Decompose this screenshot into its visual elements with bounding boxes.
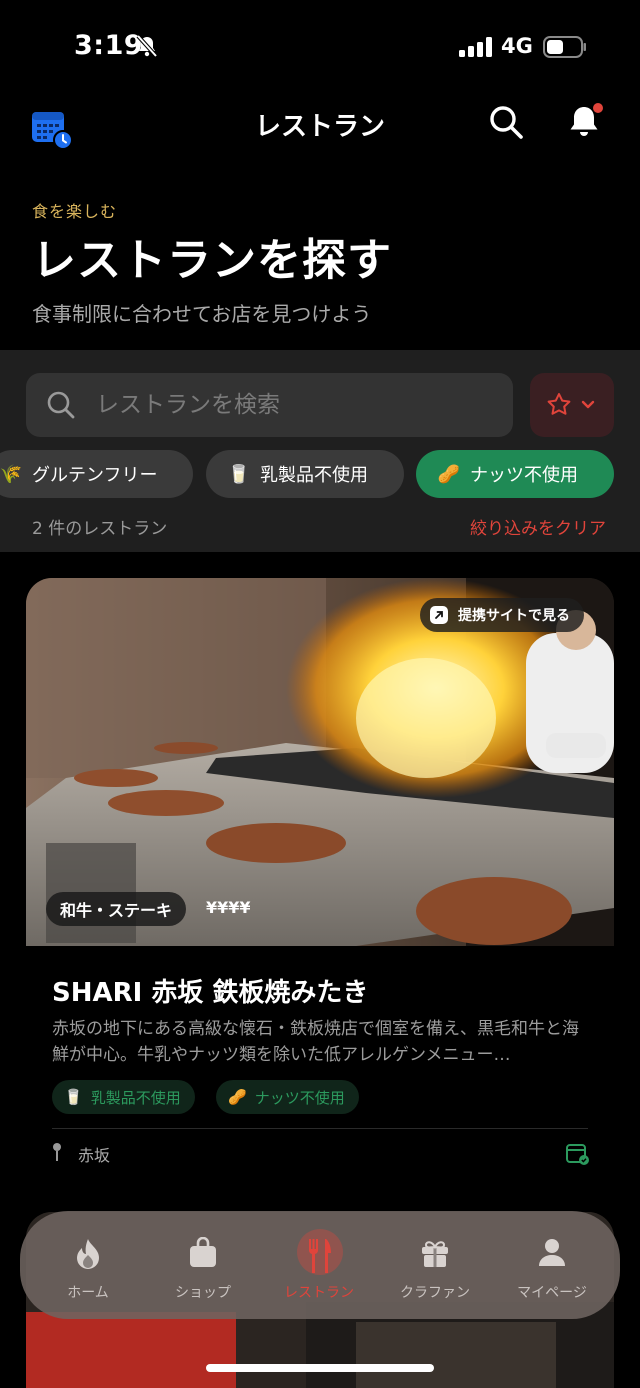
filter-chip-dairy-free[interactable]: 🥛 乳製品不使用 bbox=[206, 450, 404, 498]
search-button[interactable] bbox=[488, 104, 524, 140]
filter-chip-label: グルテンフリー bbox=[32, 465, 158, 486]
network-type: 4G bbox=[501, 34, 533, 58]
peanut-icon: 🥜 bbox=[228, 1088, 247, 1106]
star-icon bbox=[547, 393, 571, 415]
restaurant-photo bbox=[26, 578, 614, 946]
search-icon bbox=[490, 106, 523, 139]
restaurant-description: 赤坂の地下にある高級な懐石・鉄板焼店で個室を備え、黒毛和牛と海鮮が中心。牛乳やナ… bbox=[52, 1019, 579, 1065]
signal-strength-icon bbox=[459, 37, 492, 57]
flame-icon bbox=[77, 1239, 99, 1269]
partner-site-label: 提携サイトで見る bbox=[458, 608, 570, 624]
location-pin-icon bbox=[52, 1142, 62, 1166]
tab-label: レストラン bbox=[284, 1285, 354, 1301]
filter-chip-gluten-free[interactable]: 🌾 グルテンフリー bbox=[0, 450, 193, 498]
notifications-button[interactable] bbox=[566, 102, 604, 140]
home-indicator[interactable] bbox=[206, 1364, 434, 1372]
hero-subtitle: 食事制限に合わせてお店を見つけよう bbox=[32, 302, 372, 326]
wheat-icon: 🌾 bbox=[0, 463, 23, 485]
bell-icon bbox=[570, 103, 603, 136]
gift-icon bbox=[422, 1241, 448, 1267]
section-eyebrow: 食を楽しむ bbox=[32, 202, 118, 221]
filter-chip-row: 🌾 グルテンフリー 🥛 乳製品不使用 🥜 ナッツ不使用 bbox=[0, 450, 640, 500]
dietary-tag-label: 乳製品不使用 bbox=[90, 1088, 181, 1107]
bottom-tab-bar: ホーム ショップ レストラン クラファン マイページ bbox=[20, 1211, 620, 1319]
dietary-tag-label: ナッツ不使用 bbox=[254, 1088, 345, 1107]
tab-shop[interactable]: ショップ bbox=[145, 1211, 261, 1319]
tab-label: クラファン bbox=[400, 1285, 470, 1301]
partner-site-link[interactable]: 提携サイトで見る bbox=[420, 598, 584, 632]
cuisine-category-badge: 和牛・ステーキ bbox=[46, 892, 187, 926]
filter-chip-label: ナッツ不使用 bbox=[470, 465, 578, 486]
tab-label: ショップ bbox=[175, 1285, 231, 1301]
dietary-tag-nut-free: 🥜 ナッツ不使用 bbox=[216, 1080, 359, 1114]
page-title: レストラン bbox=[254, 112, 385, 142]
fork-knife-icon bbox=[308, 1239, 331, 1273]
status-time: 3:19 bbox=[74, 30, 144, 61]
tab-restaurant[interactable]: レストラン bbox=[261, 1211, 377, 1319]
filter-chip-label: 乳製品不使用 bbox=[260, 465, 368, 486]
tab-home[interactable]: ホーム bbox=[30, 1211, 146, 1319]
tab-crowdfunding[interactable]: クラファン bbox=[377, 1211, 493, 1319]
search-filter-panel: 🌾 グルテンフリー 🥛 乳製品不使用 🥜 ナッツ不使用 2 件のレストラン 絞り… bbox=[0, 350, 640, 552]
status-bar: 3:19 4G bbox=[0, 0, 640, 96]
restaurant-name: SHARI 赤坂 鉄板焼みたき bbox=[52, 978, 369, 1008]
restaurant-location: 赤坂 bbox=[52, 1142, 110, 1166]
milk-glass-icon: 🥛 bbox=[64, 1088, 83, 1106]
hero-heading: レストランを探す bbox=[32, 235, 392, 286]
search-input[interactable] bbox=[96, 385, 496, 425]
search-field[interactable] bbox=[26, 373, 513, 437]
search-icon bbox=[47, 391, 75, 419]
results-count: 2 件のレストラン bbox=[32, 519, 168, 539]
filter-chip-nut-free[interactable]: 🥜 ナッツ不使用 bbox=[416, 450, 614, 498]
shopping-bag-icon bbox=[190, 1237, 216, 1267]
peanut-icon: 🥜 bbox=[437, 463, 461, 485]
tab-label: ホーム bbox=[67, 1285, 109, 1301]
card-divider bbox=[52, 1128, 588, 1129]
clear-filters-link[interactable]: 絞り込みをクリア bbox=[470, 514, 606, 539]
favorites-filter-button[interactable] bbox=[530, 373, 614, 437]
calendar-check-icon bbox=[566, 1144, 589, 1165]
price-level: ¥¥¥¥ bbox=[206, 898, 251, 917]
reservation-calendar-button[interactable] bbox=[566, 1142, 590, 1166]
location-label: 赤坂 bbox=[78, 1146, 111, 1165]
milk-glass-icon: 🥛 bbox=[227, 463, 251, 485]
chevron-down-icon bbox=[581, 400, 595, 409]
restaurant-card[interactable]: 提携サイトで見る 和牛・ステーキ ¥¥¥¥ SHARI 赤坂 鉄板焼みたき 赤坂… bbox=[26, 578, 614, 1178]
battery-icon bbox=[543, 36, 586, 58]
silent-mode-icon bbox=[136, 34, 158, 62]
external-link-icon bbox=[430, 606, 448, 624]
top-navigation-bar: レストラン bbox=[0, 96, 640, 156]
tab-my-page[interactable]: マイページ bbox=[494, 1211, 610, 1319]
tab-label: マイページ bbox=[517, 1285, 587, 1301]
person-icon bbox=[539, 1239, 565, 1266]
dietary-tag-dairy-free: 🥛 乳製品不使用 bbox=[52, 1080, 195, 1114]
